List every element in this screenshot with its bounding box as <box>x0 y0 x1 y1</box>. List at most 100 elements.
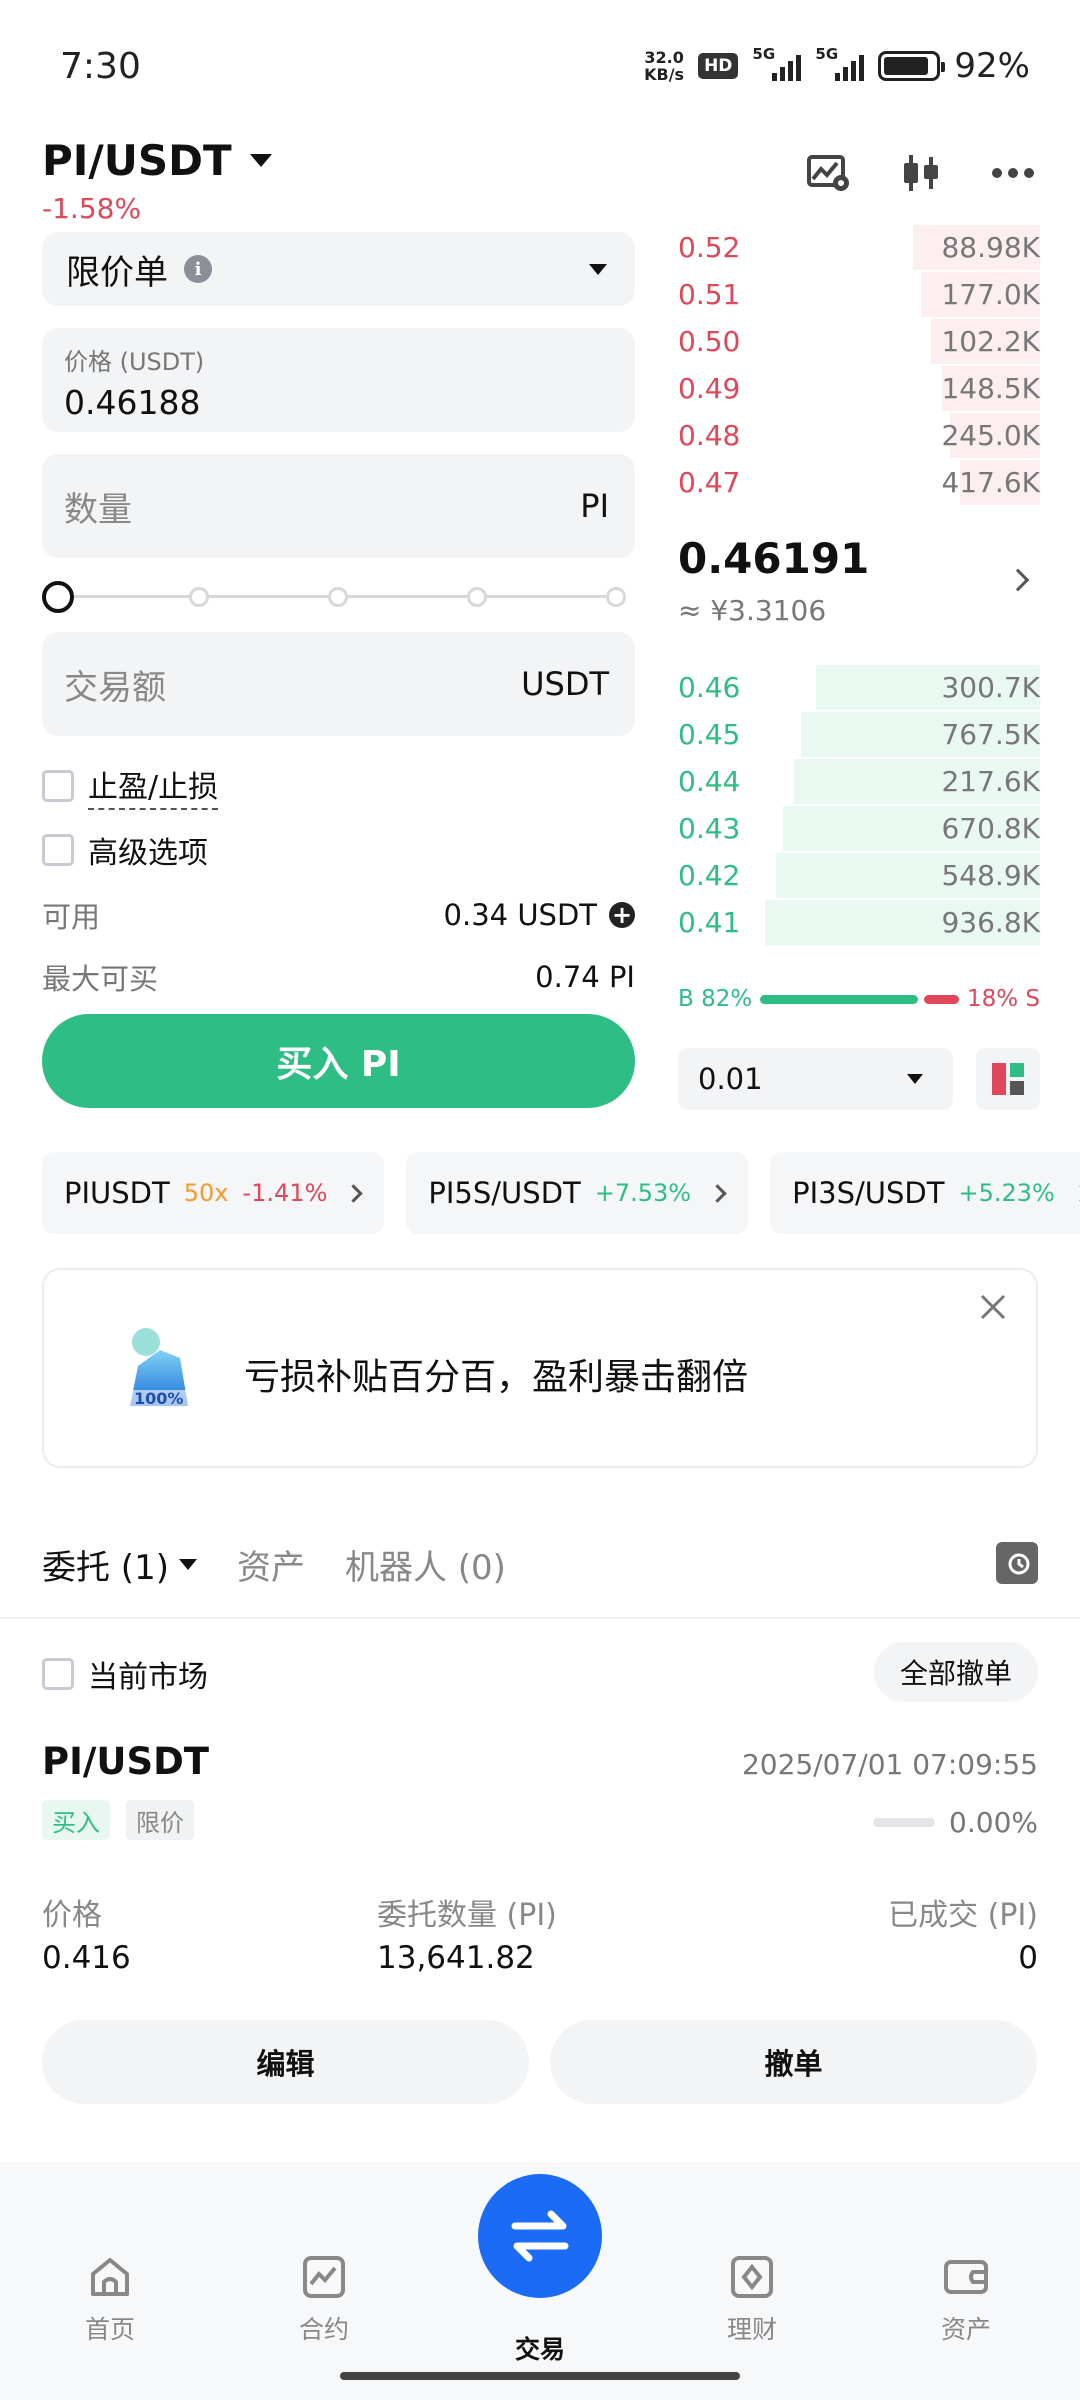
slider-step-50[interactable] <box>328 587 348 607</box>
order-fill-progress: 0.00% <box>873 1806 1038 1839</box>
order-type-select[interactable]: 限价单 i <box>42 232 635 306</box>
bid-quantity: 936.8K <box>941 906 1040 939</box>
order-price-value: 0.416 <box>42 1940 131 1976</box>
depth-step-select[interactable]: 0.01 <box>678 1048 953 1110</box>
percentage-slider[interactable] <box>42 578 635 614</box>
advanced-option[interactable]: 高级选项 <box>42 828 208 872</box>
pair-chip-change: +7.53% <box>594 1179 692 1207</box>
buy-button[interactable]: 买入 PI <box>42 1014 635 1108</box>
bid-price: 0.41 <box>678 906 741 939</box>
clock: 7:30 <box>60 46 141 87</box>
bid-row[interactable]: 0.44 217.6K <box>678 758 1040 805</box>
slider-step-75[interactable] <box>467 587 487 607</box>
pair-chip[interactable]: PI5S/USDT +7.53% <box>406 1152 749 1234</box>
price-input[interactable]: 价格 (USDT) 0.46188 <box>42 328 635 432</box>
order-filled-label: 已成交 (PI) <box>888 1898 1038 1933</box>
order-amount-label: 委托数量 (PI) <box>377 1898 557 1933</box>
amount-input[interactable]: 交易额 USDT <box>42 632 635 736</box>
swap-icon <box>511 2210 569 2262</box>
ask-row[interactable]: 0.51 177.0K <box>678 271 1040 318</box>
available-value: 0.34 USDT <box>443 898 597 932</box>
nav-futures[interactable]: 合约 <box>254 2254 394 2346</box>
bid-row[interactable]: 0.41 936.8K <box>678 899 1040 946</box>
order-type-label: 限价单 <box>66 252 168 293</box>
promo-text: 亏损补贴百分百，盈利暴击翻倍 <box>244 1357 749 1398</box>
quantity-input[interactable]: 数量 PI <box>42 454 635 558</box>
cancel-order-button[interactable]: 撤单 <box>550 2020 1037 2104</box>
tp-sl-checkbox[interactable] <box>42 770 74 802</box>
max-buy-value: 0.74 PI <box>535 960 635 994</box>
promo-banner[interactable]: 100% 亏损补贴百分百，盈利暴击翻倍 <box>42 1268 1038 1468</box>
orderbook-layout-icon[interactable] <box>976 1048 1040 1110</box>
bid-quantity: 670.8K <box>941 812 1040 845</box>
quantity-placeholder: 数量 <box>64 489 132 530</box>
max-buy-row: 最大可买 0.74 PI <box>42 956 635 998</box>
promo-image: 100% <box>110 1320 206 1416</box>
bid-quantity: 767.5K <box>941 718 1040 751</box>
add-funds-icon[interactable]: + <box>609 902 635 928</box>
tab-assets[interactable]: 资产 <box>237 1540 305 1589</box>
more-icon[interactable] <box>990 150 1036 196</box>
header-actions <box>806 150 1036 196</box>
ask-row[interactable]: 0.48 245.0K <box>678 412 1040 459</box>
slider-step-25[interactable] <box>189 587 209 607</box>
nav-trade[interactable]: 交易 <box>470 2330 610 2366</box>
ask-row[interactable]: 0.47 417.6K <box>678 459 1040 506</box>
nav-home[interactable]: 首页 <box>40 2254 180 2346</box>
buy-sell-ratio: B 82% 18% S <box>678 984 1040 1014</box>
ask-quantity: 177.0K <box>941 278 1040 311</box>
tab-bots[interactable]: 机器人 (0) <box>345 1540 506 1589</box>
close-icon[interactable] <box>978 1292 1008 1322</box>
pair-chip[interactable]: PI3S/USDT +5.23% <box>770 1152 1080 1234</box>
signal-icon: 5G <box>752 45 802 81</box>
signal-label-2: 5G <box>815 45 839 63</box>
ask-quantity: 148.5K <box>941 372 1040 405</box>
bid-row[interactable]: 0.42 548.9K <box>678 852 1040 899</box>
dropdown-caret-icon <box>589 264 607 275</box>
slider-step-100[interactable] <box>606 587 626 607</box>
nav-earn[interactable]: 理财 <box>682 2254 822 2346</box>
trade-fab-button[interactable] <box>478 2174 602 2298</box>
slider-handle[interactable] <box>42 581 74 613</box>
edit-order-button[interactable]: 编辑 <box>42 2020 529 2104</box>
chevron-right-icon[interactable] <box>1006 568 1030 592</box>
chart-settings-icon[interactable] <box>806 150 852 196</box>
chevron-right-icon <box>344 1183 364 1203</box>
tab-orders-label: 委托 (1) <box>42 1548 169 1588</box>
order-history-icon[interactable] <box>996 1542 1038 1584</box>
ask-row[interactable]: 0.49 148.5K <box>678 365 1040 412</box>
bid-row[interactable]: 0.46 300.7K <box>678 664 1040 711</box>
cancel-all-button[interactable]: 全部撤单 <box>873 1642 1038 1702</box>
order-side-badge: 买入 <box>42 1800 110 1840</box>
current-market-checkbox[interactable] <box>42 1658 74 1690</box>
bid-price: 0.43 <box>678 812 741 845</box>
home-indicator[interactable] <box>340 2372 740 2380</box>
info-icon[interactable]: i <box>184 255 212 283</box>
futures-icon <box>301 2254 347 2300</box>
bid-row[interactable]: 0.45 767.5K <box>678 711 1040 758</box>
quantity-unit: PI <box>580 487 609 525</box>
bid-quantity: 217.6K <box>941 765 1040 798</box>
pair-selector[interactable]: PI/USDT <box>42 136 272 185</box>
last-price[interactable]: 0.46191 <box>678 534 869 583</box>
order-time: 2025/07/01 07:09:55 <box>741 1748 1038 1781</box>
tab-orders[interactable]: 委托 (1) <box>42 1540 197 1589</box>
nav-assets[interactable]: 资产 <box>896 2254 1036 2346</box>
available-row: 可用 0.34 USDT + <box>42 894 635 936</box>
bid-quantity: 300.7K <box>941 671 1040 704</box>
advanced-checkbox[interactable] <box>42 834 74 866</box>
pair-chip[interactable]: PIUSDT 50x -1.41% <box>42 1152 385 1234</box>
price-input-value: 0.46188 <box>64 383 201 422</box>
chevron-right-icon <box>1072 1183 1080 1203</box>
order-filled-value: 0 <box>1018 1940 1038 1976</box>
candlestick-icon[interactable] <box>898 150 944 196</box>
orders-tabs: 委托 (1) 资产 机器人 (0) <box>42 1540 506 1589</box>
pair-change-percent: -1.58% <box>42 192 142 225</box>
tp-sl-option[interactable]: 止盈/止损 <box>42 762 219 810</box>
ask-row[interactable]: 0.52 88.98K <box>678 224 1040 271</box>
current-market-filter[interactable]: 当前市场 <box>42 1652 208 1696</box>
network-speed-value: 32.0 <box>644 48 684 67</box>
sell-ratio-label: 18% S <box>966 986 1040 1012</box>
ask-row[interactable]: 0.50 102.2K <box>678 318 1040 365</box>
bid-row[interactable]: 0.43 670.8K <box>678 805 1040 852</box>
